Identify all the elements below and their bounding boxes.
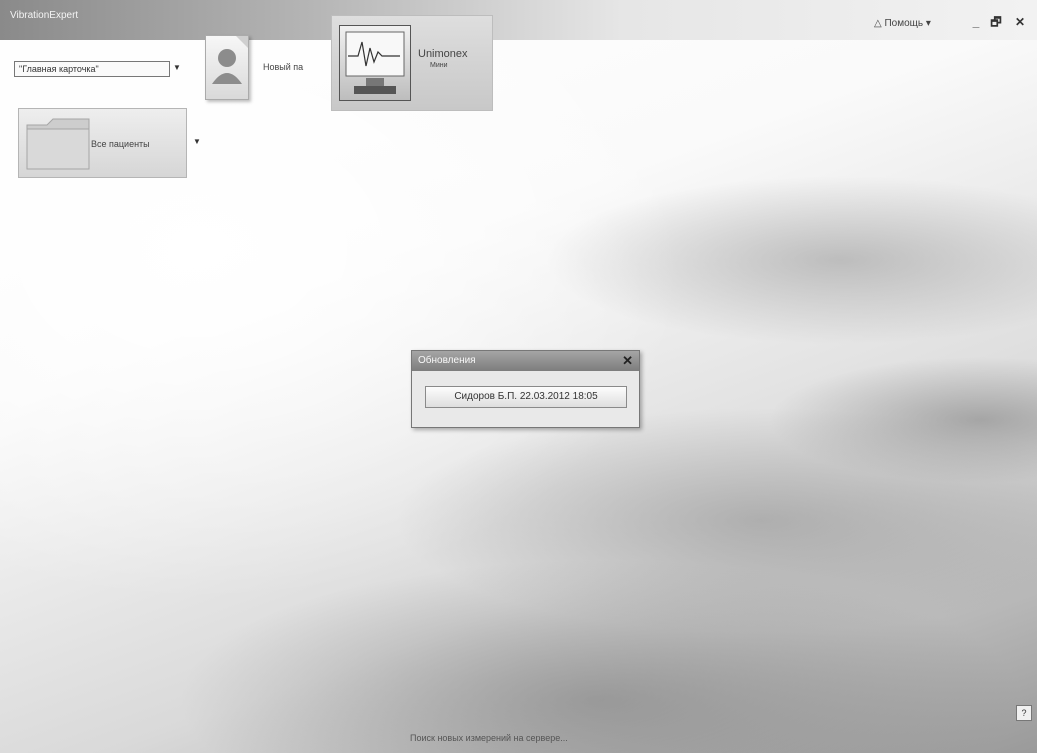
dialog-title: Обновления bbox=[418, 355, 476, 366]
app-title: VibrationExpert bbox=[10, 10, 79, 21]
close-icon[interactable]: ✕ bbox=[622, 353, 633, 369]
chevron-down-icon[interactable]: ▼ bbox=[173, 63, 181, 72]
unimonex-title: Unimonex bbox=[418, 48, 468, 60]
warning-icon: △ bbox=[874, 18, 882, 29]
restore-button[interactable]: 🗗 bbox=[988, 14, 1004, 30]
close-button[interactable]: ✕ bbox=[1012, 14, 1028, 30]
help-icon[interactable]: ? bbox=[1016, 705, 1032, 721]
all-patients-tile[interactable]: Все пациенты bbox=[18, 108, 187, 178]
user-icon bbox=[212, 36, 248, 84]
chevron-down-icon: ▾ bbox=[925, 18, 931, 29]
help-menu-label: Помощь bbox=[884, 18, 924, 29]
unimonex-subtitle: Мини bbox=[430, 62, 448, 69]
dialog-header: Обновления ✕ bbox=[412, 351, 639, 371]
new-patient-label[interactable]: Новый па bbox=[263, 62, 303, 72]
measurement-item-button[interactable]: Сидоров Б.П. 22.03.2012 18:05 bbox=[425, 386, 627, 408]
card-dropdown[interactable]: "Главная карточка" bbox=[14, 61, 170, 77]
folder-icon bbox=[26, 118, 90, 170]
help-menu[interactable]: △ Помощь ▾ bbox=[874, 18, 931, 29]
minimize-button[interactable]: _ bbox=[968, 14, 984, 30]
chevron-down-icon[interactable]: ▼ bbox=[193, 137, 201, 146]
status-text: Поиск новых измерений на сервере... bbox=[410, 733, 568, 743]
new-patient-tile[interactable] bbox=[205, 35, 249, 100]
monitor-icon bbox=[339, 25, 411, 101]
title-bar: VibrationExpert △ Помощь ▾ _ 🗗 ✕ bbox=[0, 0, 1037, 40]
all-patients-label: Все пациенты bbox=[91, 139, 150, 149]
updates-dialog: Обновления ✕ Сидоров Б.П. 22.03.2012 18:… bbox=[411, 350, 640, 428]
